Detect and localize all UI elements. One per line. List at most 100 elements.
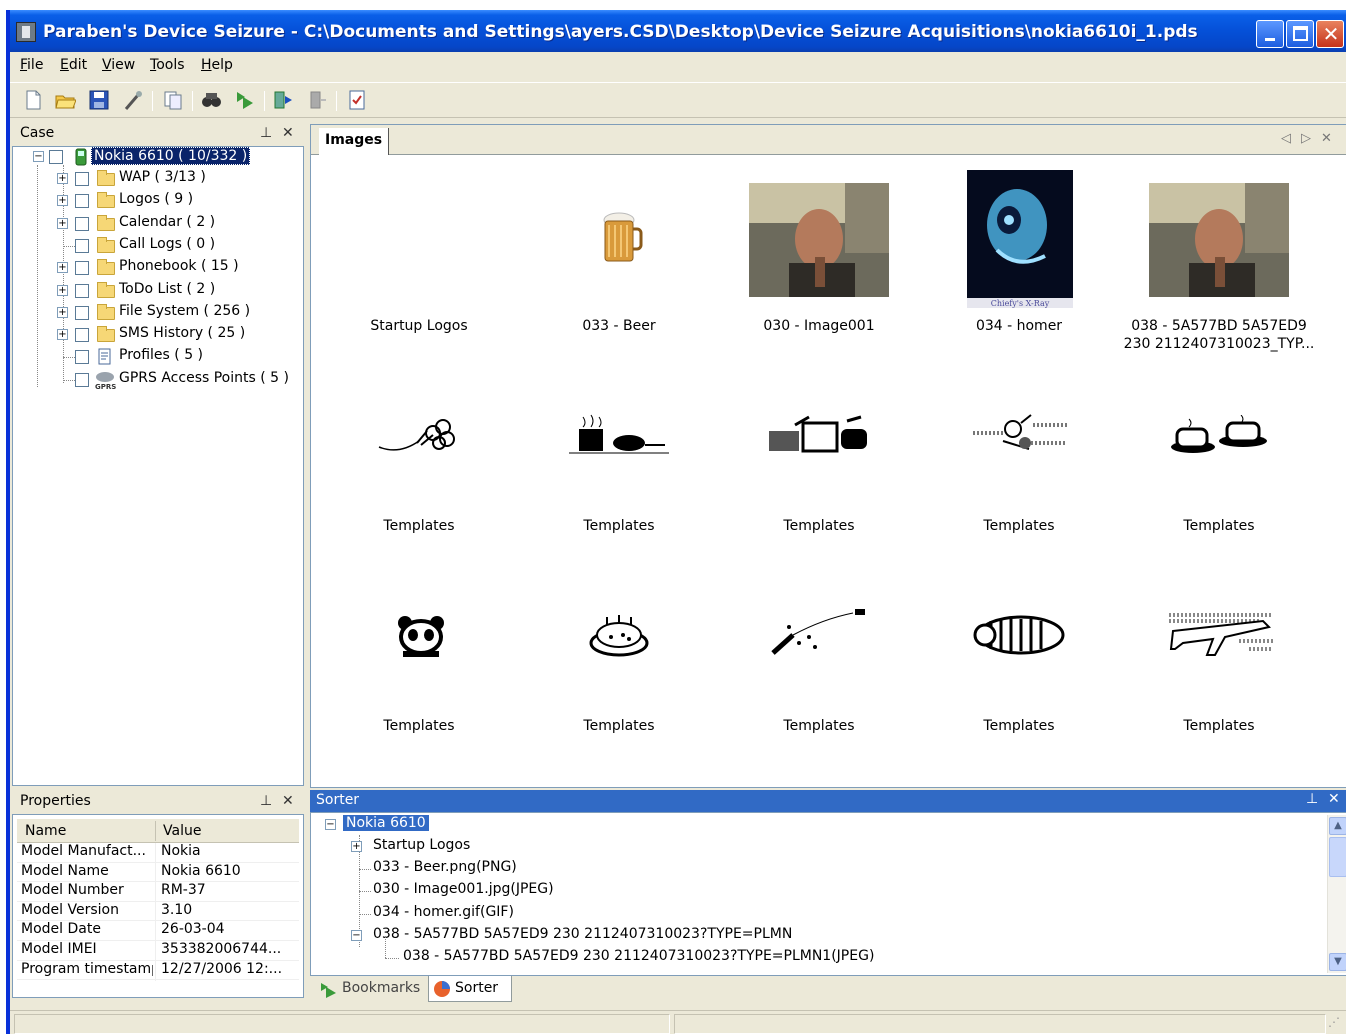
thumbnail[interactable]: Templates — [919, 565, 1119, 765]
tree-item[interactable]: + Phonebook ( 15 ) — [13, 258, 303, 278]
property-row[interactable]: Model Number RM-37 — [17, 882, 299, 903]
menu-view[interactable]: View — [102, 57, 135, 73]
save-icon[interactable] — [88, 89, 110, 111]
expand-icon[interactable]: + — [351, 841, 362, 852]
tree-checkbox[interactable] — [75, 328, 89, 343]
title-bar[interactable]: Paraben's Device Seizure - C:\Documents … — [10, 10, 1346, 52]
wizard-icon[interactable] — [122, 89, 144, 111]
new-file-icon[interactable] — [22, 89, 44, 111]
tab-sorter[interactable]: Sorter — [428, 976, 512, 1002]
tab-scroll-right-icon[interactable]: ▷ — [1301, 131, 1311, 146]
thumbnail[interactable]: 033 - Beer — [519, 165, 719, 365]
tree-item[interactable]: GPRS GPRS Access Points ( 5 ) — [13, 370, 303, 390]
tree-checkbox[interactable] — [75, 283, 89, 298]
acquire-icon[interactable] — [272, 89, 294, 111]
sorter-title: Sorter — [316, 792, 360, 808]
menu-file[interactable]: File — [20, 57, 43, 73]
expand-icon[interactable]: + — [57, 262, 68, 274]
thumbnail[interactable]: Chiefy's X-Ray 034 - homer — [919, 165, 1119, 365]
property-row[interactable]: Model Date 26-03-04 — [17, 921, 299, 942]
menu-edit[interactable]: Edit — [60, 57, 87, 73]
column-header-name[interactable]: Name — [25, 823, 66, 839]
thumbnail[interactable]: Templates — [919, 365, 1119, 565]
close-button[interactable]: ✕ — [1316, 20, 1344, 48]
collapse-icon[interactable]: − — [325, 819, 336, 830]
scroll-up-icon[interactable]: ▲ — [1329, 817, 1346, 835]
tree-checkbox[interactable] — [75, 305, 89, 320]
tab-bookmarks[interactable]: Bookmarks — [316, 976, 426, 1002]
report-icon[interactable] — [346, 89, 368, 111]
property-row[interactable]: Model Manufact... Nokia — [17, 843, 299, 863]
tree-checkbox[interactable] — [75, 350, 89, 365]
tree-item[interactable]: + Logos ( 9 ) — [13, 191, 303, 211]
collapse-icon[interactable]: − — [351, 929, 362, 941]
scroll-thumb[interactable] — [1329, 837, 1346, 877]
tree-item[interactable]: + WAP ( 3/13 ) — [13, 169, 303, 189]
thumbnail[interactable]: Templates — [1119, 365, 1319, 565]
close-icon[interactable]: ✕ — [282, 125, 294, 141]
sorter-root-label[interactable]: Nokia 6610 — [343, 815, 429, 831]
property-row[interactable]: Model Name Nokia 6610 — [17, 862, 299, 883]
menu-help-label: elp — [211, 57, 233, 73]
thumbnail[interactable]: Templates — [519, 365, 719, 565]
thumbnail[interactable]: Templates — [719, 565, 919, 765]
thumbnail[interactable]: Templates — [1119, 565, 1319, 765]
property-row[interactable]: Model Version 3.10 — [17, 901, 299, 922]
tree-checkbox[interactable] — [75, 194, 89, 209]
tree-item[interactable]: Call Logs ( 0 ) — [13, 236, 303, 256]
bookmark-icon — [321, 983, 336, 998]
expand-icon[interactable]: + — [57, 173, 68, 184]
tree-checkbox[interactable] — [49, 150, 63, 164]
thumbnail[interactable]: 030 - Image001 — [719, 165, 919, 365]
tree-item[interactable]: + File System ( 256 ) — [13, 303, 303, 323]
tree-checkbox[interactable] — [75, 216, 89, 231]
menu-help[interactable]: Help — [201, 57, 233, 73]
scroll-down-icon[interactable]: ▼ — [1329, 953, 1346, 971]
bookmark-icon[interactable] — [234, 89, 256, 111]
thumbnail[interactable]: Templates — [719, 365, 919, 565]
tree-item[interactable]: + SMS History ( 25 ) — [13, 325, 303, 345]
tree-checkbox[interactable] — [75, 372, 89, 387]
collapse-icon[interactable]: − — [33, 151, 44, 162]
tree-item[interactable]: + Calendar ( 2 ) — [13, 214, 303, 234]
pin-icon[interactable]: ⊥ — [1306, 791, 1318, 807]
thumbnail[interactable]: Templates — [319, 365, 519, 565]
minimize-button[interactable] — [1256, 20, 1284, 48]
expand-icon[interactable]: + — [57, 284, 68, 296]
thumbnail[interactable]: Templates — [519, 565, 719, 765]
tree-checkbox[interactable] — [75, 261, 89, 276]
open-folder-icon[interactable] — [54, 89, 76, 111]
tree-item[interactable]: + ToDo List ( 2 ) — [13, 281, 303, 301]
property-row[interactable]: Program timestamp 12/27/2006 12:... — [17, 960, 299, 981]
tree-guide — [359, 913, 371, 915]
sorter-scrollbar[interactable]: ▲ ▼ — [1327, 815, 1346, 973]
window-title: Paraben's Device Seizure - C:\Documents … — [43, 22, 1198, 42]
property-row[interactable]: Model IMEI 353382006744... — [17, 940, 299, 961]
expand-icon[interactable]: + — [57, 306, 68, 318]
thumbnail[interactable]: Startup Logos — [319, 165, 519, 365]
disconnect-icon[interactable] — [306, 89, 328, 111]
find-icon[interactable] — [200, 89, 222, 111]
menu-tools[interactable]: Tools — [150, 57, 185, 73]
tree-root-label[interactable]: Nokia 6610 ( 10/332 ) — [91, 147, 251, 165]
resize-grip-icon[interactable]: ⋰ — [1328, 1015, 1340, 1029]
column-header-value[interactable]: Value — [163, 823, 201, 839]
copy-icon[interactable] — [162, 89, 184, 111]
tree-checkbox[interactable] — [75, 238, 89, 253]
close-icon[interactable]: ✕ — [282, 793, 294, 809]
tab-scroll-left-icon[interactable]: ◁ — [1281, 131, 1291, 146]
tree-item[interactable]: Profiles ( 5 ) — [13, 347, 303, 367]
pin-icon[interactable]: ⊥ — [260, 793, 272, 809]
expand-icon[interactable]: + — [57, 329, 68, 341]
expand-icon[interactable]: + — [57, 195, 68, 207]
maximize-button[interactable] — [1286, 20, 1314, 48]
tree-root[interactable]: − Nokia 6610 ( 10/332 ) — [13, 147, 303, 167]
thumbnail[interactable]: 038 - 5A577BD 5A57ED9 230 2112407310023_… — [1119, 165, 1319, 365]
thumbnail[interactable]: Templates — [319, 565, 519, 765]
close-icon[interactable]: ✕ — [1328, 791, 1340, 807]
pin-icon[interactable]: ⊥ — [260, 125, 272, 141]
tree-checkbox[interactable] — [75, 172, 89, 186]
tab-close-icon[interactable]: ✕ — [1321, 131, 1332, 146]
tab-images[interactable]: Images — [319, 128, 390, 155]
expand-icon[interactable]: + — [57, 217, 68, 229]
